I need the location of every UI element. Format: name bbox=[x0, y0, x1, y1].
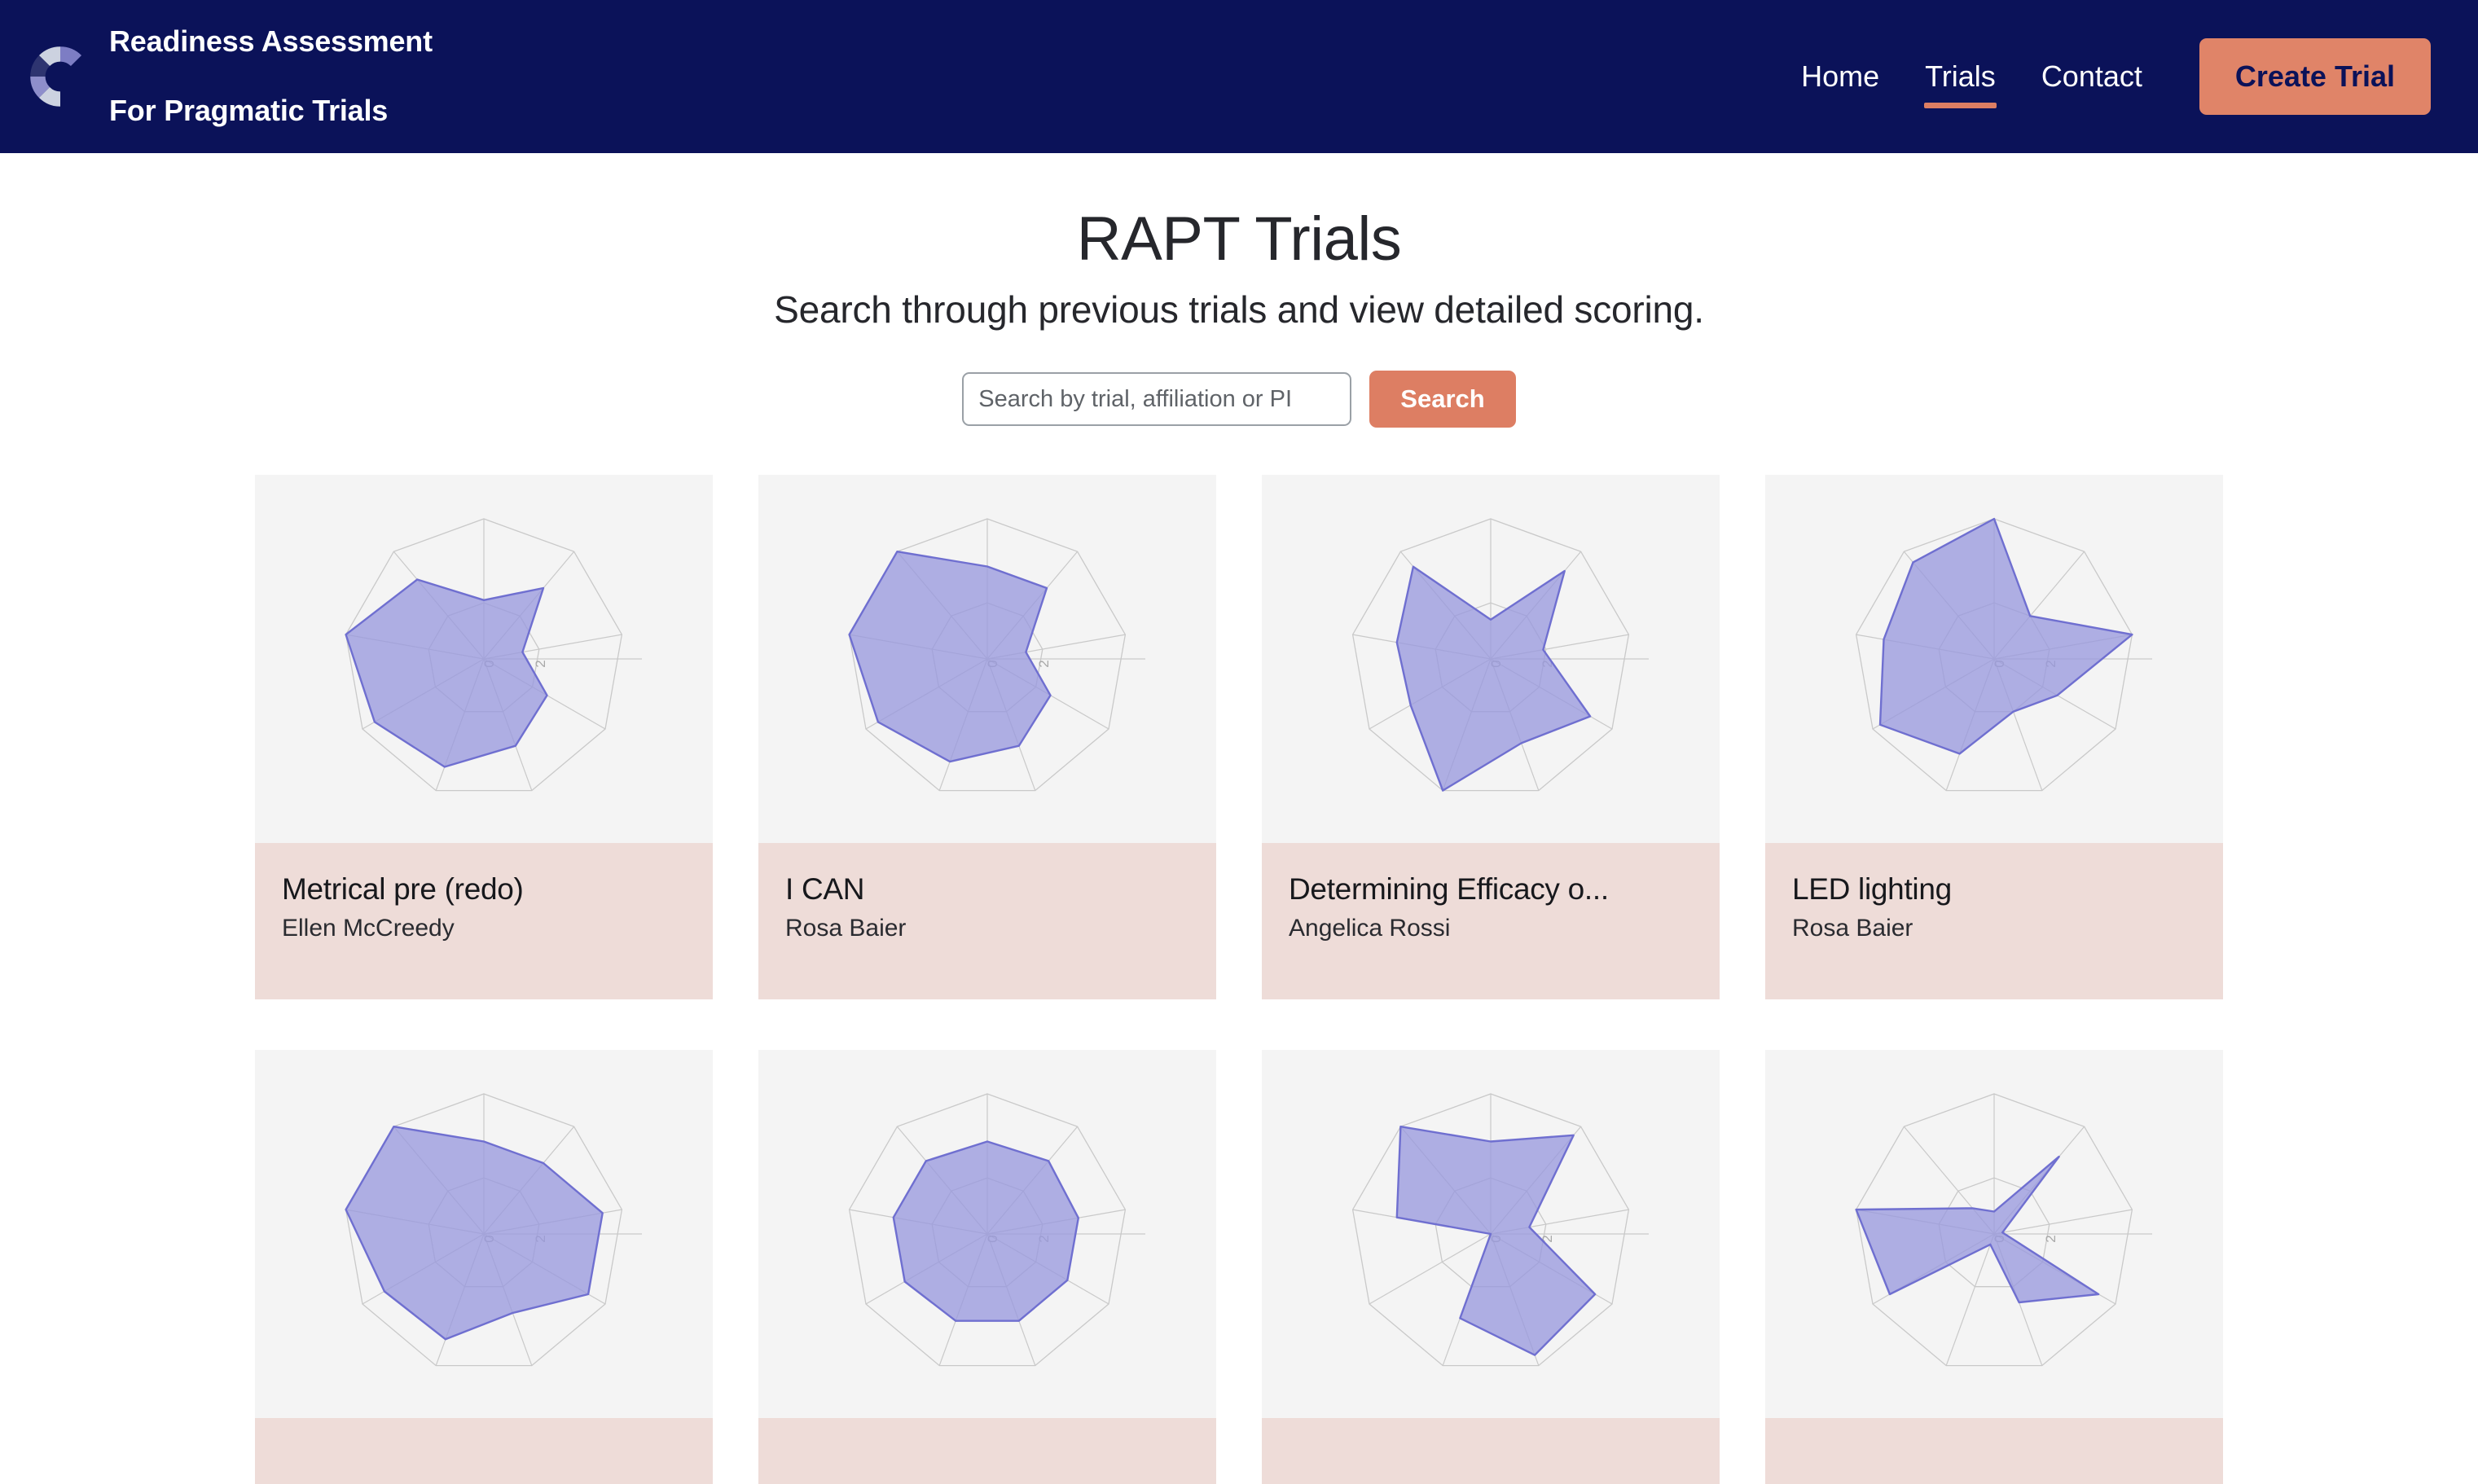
svg-text:2: 2 bbox=[533, 660, 548, 667]
trial-card-footer bbox=[1765, 1418, 2223, 1484]
radar-chart: 02 bbox=[758, 475, 1216, 843]
trial-card[interactable]: 02 bbox=[1262, 1050, 1720, 1484]
page-subtitle: Search through previous trials and view … bbox=[774, 288, 1704, 331]
radar-chart: 02 bbox=[1765, 475, 2223, 843]
radar-chart: 02 bbox=[1262, 1050, 1720, 1418]
main-navigation: Home Trials Contact Create Trial bbox=[1778, 38, 2431, 115]
trial-title: Determining Efficacy o... bbox=[1289, 872, 1609, 906]
brand-name: Readiness Assessment For Pragmatic Trial… bbox=[109, 0, 433, 163]
trial-pi: Rosa Baier bbox=[1792, 915, 1913, 942]
page-header: RAPT Trials Search through previous tria… bbox=[0, 153, 2478, 331]
trial-title: LED lighting bbox=[1792, 872, 1952, 906]
search-button[interactable]: Search bbox=[1369, 371, 1516, 428]
trial-card-footer: I CAN Rosa Baier bbox=[758, 843, 1216, 999]
radar-chart: 02 bbox=[1765, 1050, 2223, 1418]
donut-arc-logo-icon bbox=[23, 39, 98, 114]
trial-card[interactable]: 02 bbox=[255, 1050, 713, 1484]
search-input[interactable] bbox=[962, 372, 1352, 426]
radar-chart: 02 bbox=[758, 1050, 1216, 1418]
trial-card[interactable]: 02 bbox=[758, 1050, 1216, 1484]
trial-card-footer: Determining Efficacy o... Angelica Rossi bbox=[1262, 843, 1720, 999]
site-header: Readiness Assessment For Pragmatic Trial… bbox=[0, 0, 2478, 153]
trial-card[interactable]: 02 LED lighting Rosa Baier bbox=[1765, 475, 2223, 999]
radar-chart: 02 bbox=[255, 1050, 713, 1418]
svg-text:2: 2 bbox=[2043, 1235, 2058, 1242]
trial-card-footer: LED lighting Rosa Baier bbox=[1765, 843, 2223, 999]
trial-card[interactable]: 02 Determining Efficacy o... Angelica Ro… bbox=[1262, 475, 1720, 999]
trial-card[interactable]: 02 I CAN Rosa Baier bbox=[758, 475, 1216, 999]
brand-logo[interactable]: Readiness Assessment For Pragmatic Trial… bbox=[23, 0, 433, 163]
nav-item-trials[interactable]: Trials bbox=[1902, 51, 2019, 108]
trial-card[interactable]: 02 bbox=[1765, 1050, 2223, 1484]
trial-card-footer bbox=[255, 1418, 713, 1484]
trial-card-footer bbox=[1262, 1418, 1720, 1484]
svg-text:2: 2 bbox=[1036, 660, 1052, 667]
trial-pi: Angelica Rossi bbox=[1289, 915, 1451, 942]
nav-item-contact[interactable]: Contact bbox=[2019, 51, 2165, 102]
page-title: RAPT Trials bbox=[1076, 204, 1402, 274]
trial-card-grid: 02 Metrical pre (redo) Ellen McCreedy 02… bbox=[0, 475, 2478, 1484]
search-bar: Search bbox=[0, 371, 2478, 428]
nav-item-home[interactable]: Home bbox=[1778, 51, 1902, 102]
radar-chart: 02 bbox=[255, 475, 713, 843]
brand-line-2: For Pragmatic Trials bbox=[109, 94, 389, 128]
radar-chart: 02 bbox=[1262, 475, 1720, 843]
trial-pi: Rosa Baier bbox=[785, 915, 907, 942]
trial-card[interactable]: 02 Metrical pre (redo) Ellen McCreedy bbox=[255, 475, 713, 999]
trial-title: Metrical pre (redo) bbox=[282, 872, 524, 906]
brand-line-1: Readiness Assessment bbox=[109, 24, 433, 59]
trial-card-footer bbox=[758, 1418, 1216, 1484]
trial-pi: Ellen McCreedy bbox=[282, 915, 455, 942]
create-trial-button[interactable]: Create Trial bbox=[2199, 38, 2431, 115]
trial-title: I CAN bbox=[785, 872, 865, 906]
trial-card-footer: Metrical pre (redo) Ellen McCreedy bbox=[255, 843, 713, 999]
